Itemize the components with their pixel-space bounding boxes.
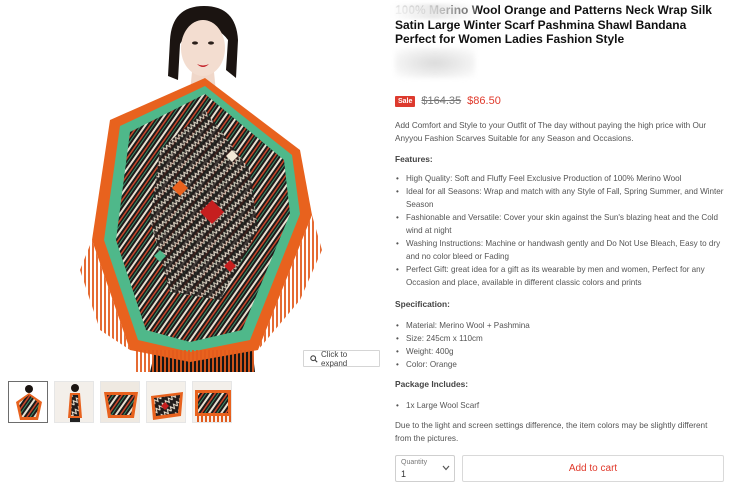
click-to-expand-label: Click to expand bbox=[321, 349, 348, 368]
thumbnail-strip bbox=[8, 381, 232, 423]
product-description: Add Comfort and Style to your Outfit of … bbox=[395, 121, 707, 143]
package-list: 1x Large Wool Scarf bbox=[396, 399, 724, 412]
features-heading: Features: bbox=[395, 154, 433, 164]
features-list: High Quality: Soft and Fluffy Feel Exclu… bbox=[396, 172, 724, 289]
list-item: Fashionable and Versatile: Cover your sk… bbox=[396, 211, 724, 237]
thumbnail-5[interactable] bbox=[192, 381, 232, 423]
thumbnail-4[interactable] bbox=[146, 381, 186, 423]
list-item: Perfect Gift: great idea for a gift as i… bbox=[396, 263, 724, 289]
price-row: Sale $164.35 $86.50 bbox=[395, 95, 501, 107]
original-price: $164.35 bbox=[421, 95, 462, 107]
add-to-cart-button[interactable]: Add to cart bbox=[462, 455, 724, 482]
list-item: Washing Instructions: Machine or handwas… bbox=[396, 237, 724, 263]
sale-price: $86.50 bbox=[467, 95, 501, 107]
list-item: Color: Orange bbox=[396, 358, 724, 371]
thumbnail-2[interactable] bbox=[54, 381, 94, 423]
blurred-region bbox=[391, 4, 477, 19]
zoom-icon bbox=[310, 354, 318, 363]
thumbnail-1[interactable] bbox=[8, 381, 48, 423]
quantity-select[interactable]: Quantity 1 bbox=[395, 455, 455, 482]
list-item: High Quality: Soft and Fluffy Feel Exclu… bbox=[396, 172, 724, 185]
thumbnail-3[interactable] bbox=[100, 381, 140, 423]
product-main-image[interactable]: Click to expand bbox=[0, 0, 380, 372]
blurred-rating-region bbox=[395, 48, 475, 78]
color-disclaimer: Due to the light and screen settings dif… bbox=[395, 421, 708, 443]
sale-badge: Sale bbox=[395, 95, 416, 107]
list-item: Ideal for all Seasons: Wrap and match wi… bbox=[396, 185, 724, 211]
package-heading: Package Includes: bbox=[395, 379, 469, 389]
click-to-expand-button[interactable]: Click to expand bbox=[303, 349, 380, 368]
list-item: 1x Large Wool Scarf bbox=[396, 399, 724, 412]
quantity-label: Quantity bbox=[401, 459, 428, 466]
list-item: Material: Merino Wool + Pashmina bbox=[396, 319, 724, 332]
list-item: Size: 245cm x 110cm bbox=[396, 332, 724, 345]
specification-heading: Specification: bbox=[395, 299, 450, 309]
chevron-down-icon bbox=[442, 464, 450, 473]
list-item: Weight: 400g bbox=[396, 345, 724, 358]
quantity-value: 1 bbox=[401, 469, 407, 479]
specification-list: Material: Merino Wool + Pashmina Size: 2… bbox=[396, 319, 724, 371]
